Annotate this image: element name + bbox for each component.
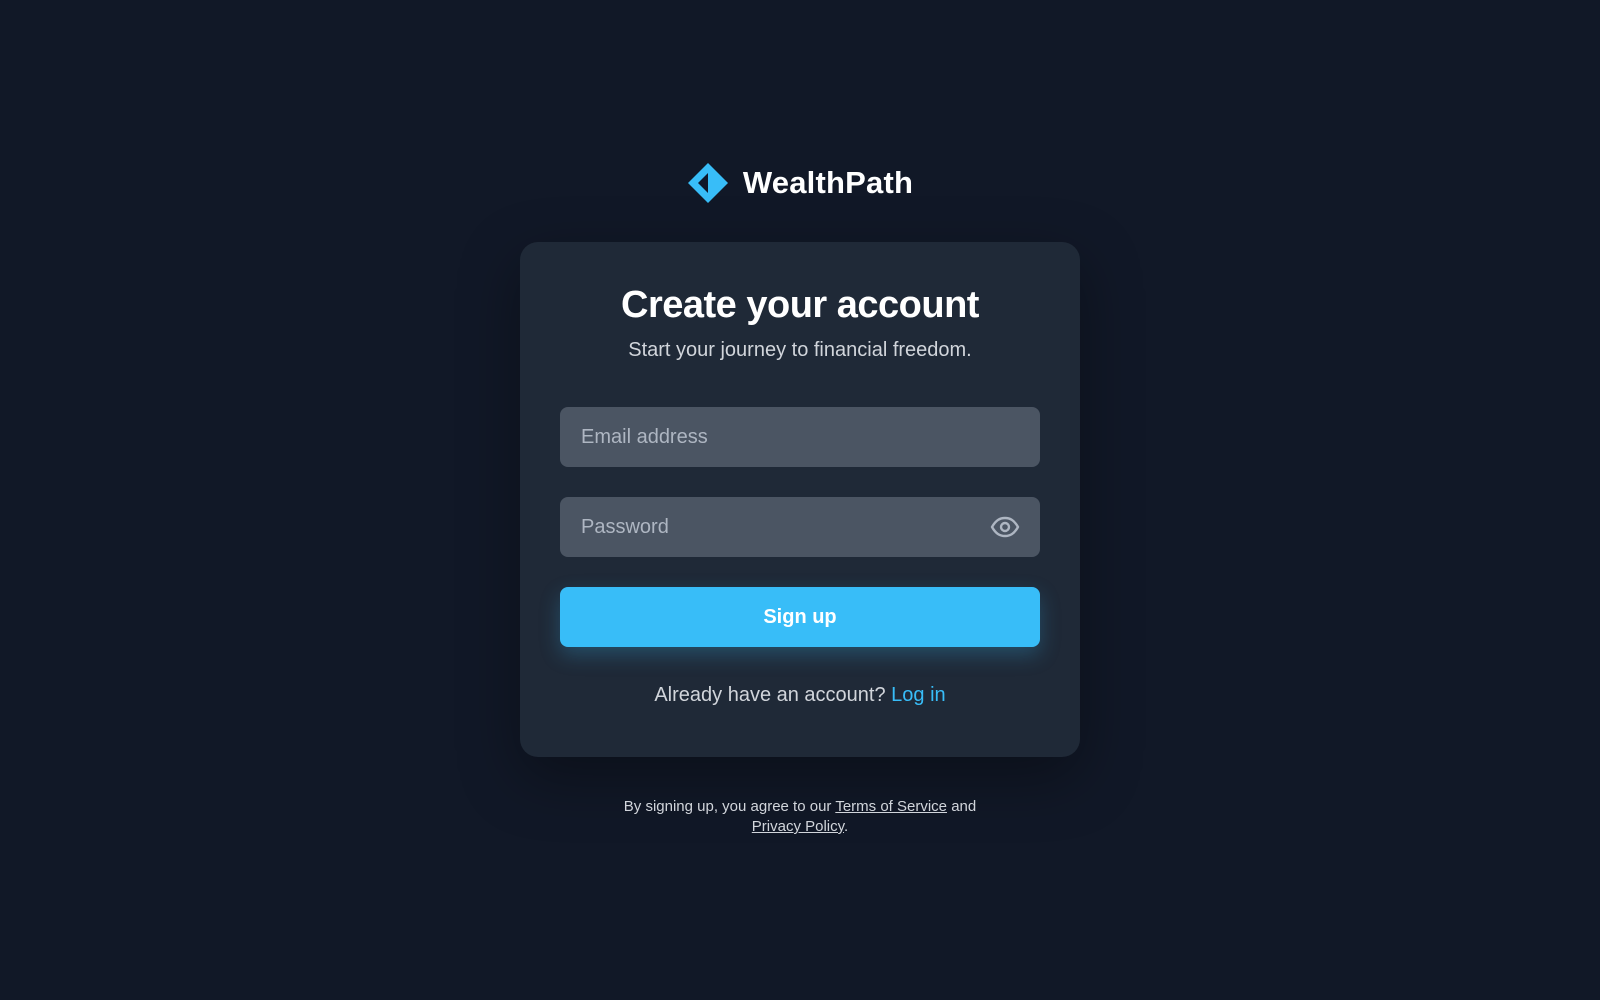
login-prompt-text: Already have an account? — [654, 684, 886, 706]
terms-of-service-link[interactable]: Terms of Service — [835, 798, 947, 815]
legal-notice: By signing up, you agree to our Terms of… — [0, 797, 1600, 837]
legal-suffix: . — [844, 818, 849, 835]
password-visibility-toggle[interactable] — [990, 513, 1020, 541]
brand-name: WealthPath — [742, 165, 914, 200]
page-title: Create your account — [621, 284, 979, 326]
password-field — [560, 497, 1040, 557]
privacy-policy-link[interactable]: Privacy Policy — [752, 818, 844, 835]
password-input[interactable] — [560, 497, 1040, 557]
brand-header: WealthPath — [0, 162, 1600, 204]
email-field — [560, 407, 1040, 467]
login-prompt: Already have an account? Log in — [520, 684, 1080, 707]
signup-button[interactable]: Sign up — [560, 587, 1040, 647]
legal-prefix: By signing up, you agree to our — [623, 798, 832, 815]
login-link[interactable]: Log in — [891, 684, 946, 706]
signup-page: WealthPath Create your account Start you… — [0, 0, 1600, 1000]
signup-card: Create your account Start your journey t… — [520, 242, 1080, 757]
diamond-logo-icon — [687, 163, 728, 203]
email-input[interactable] — [560, 407, 1040, 467]
eye-icon — [990, 516, 1020, 538]
legal-conjunction: and — [951, 798, 977, 815]
page-subtitle: Start your journey to financial freedom. — [628, 339, 972, 361]
